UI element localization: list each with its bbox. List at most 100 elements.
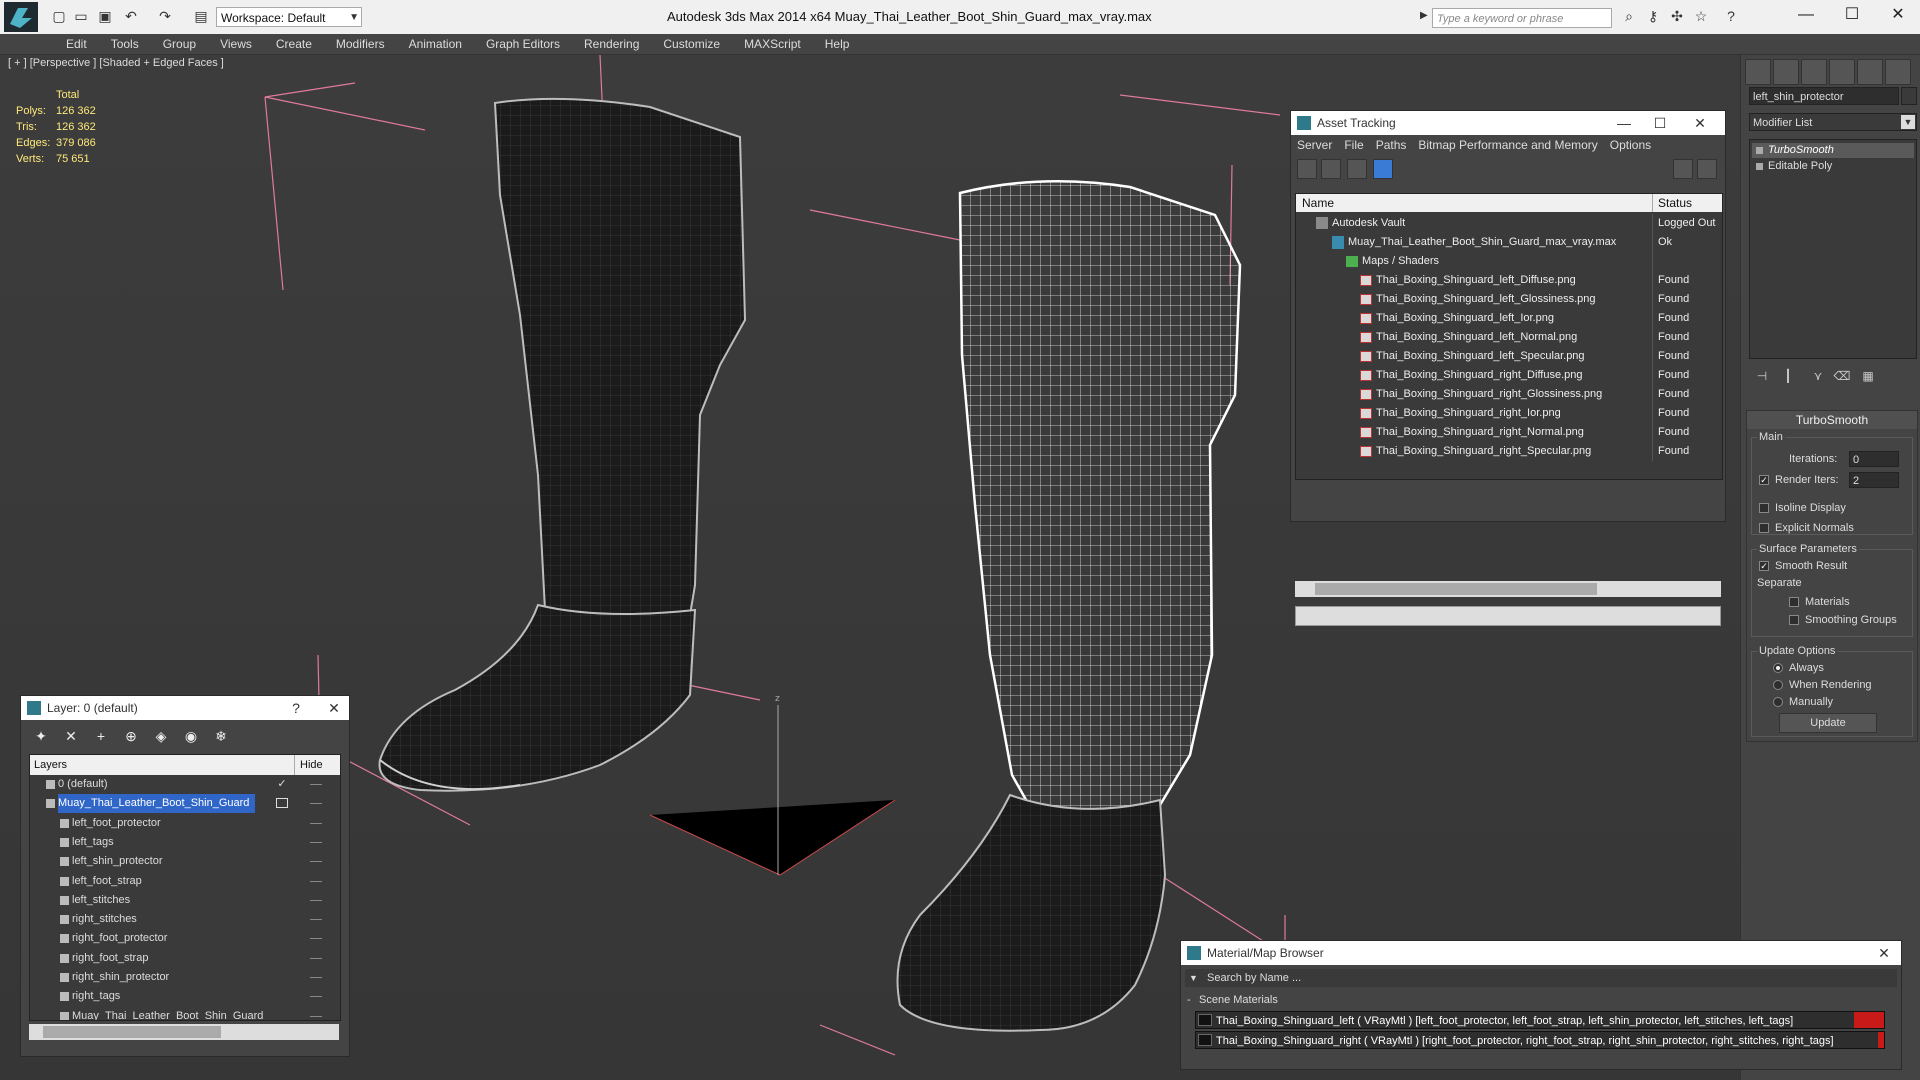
menu-group[interactable]: Group xyxy=(151,34,208,54)
add-to-layer-icon[interactable]: + xyxy=(91,726,111,746)
redo-icon[interactable]: ↷ xyxy=(156,7,174,25)
layer-row[interactable]: right_tags xyxy=(30,987,340,1006)
smooth-result-checkbox[interactable]: ✓ xyxy=(1759,561,1769,571)
layer-close-button[interactable]: ✕ xyxy=(321,696,347,720)
help-icon[interactable]: ? xyxy=(1722,7,1740,25)
layer-hide-toggle[interactable] xyxy=(310,861,322,863)
lightbulb-icon[interactable] xyxy=(1756,147,1763,154)
layer-hide-toggle[interactable] xyxy=(310,880,322,882)
layer-hide-toggle[interactable] xyxy=(310,938,322,940)
viewport-label[interactable]: [ + ] [Perspective ] [Shaded + Edged Fac… xyxy=(8,57,224,69)
asset-tracking-titlebar[interactable]: Asset Tracking — ☐ ✕ xyxy=(1291,111,1725,135)
explicit-normals-checkbox[interactable] xyxy=(1759,523,1769,533)
separate-smoothing-groups-checkbox[interactable] xyxy=(1789,615,1799,625)
asset-maximize-button[interactable]: ☐ xyxy=(1647,111,1673,135)
menu-edit[interactable]: Edit xyxy=(54,34,99,54)
favorites-star-icon[interactable]: ☆ xyxy=(1692,7,1710,25)
column-name[interactable]: Name xyxy=(1302,196,1334,210)
layer-row[interactable]: Muay_Thai_Leather_Boot_Shin_Guard xyxy=(30,794,340,814)
layer-row[interactable]: Muay_Thai_Leather_Boot_Shin_Guard xyxy=(30,1007,340,1020)
configure-sets-icon[interactable]: ▦ xyxy=(1859,367,1877,385)
highlight-layer-icon[interactable]: ◈ xyxy=(151,726,171,746)
stack-item-turbosmooth[interactable]: TurboSmooth xyxy=(1752,143,1914,158)
refresh-icon[interactable] xyxy=(1297,159,1317,179)
update-always-radio[interactable] xyxy=(1773,663,1783,673)
pin-stack-icon[interactable]: ⊣ xyxy=(1753,367,1771,385)
display-tab-icon[interactable] xyxy=(1857,59,1883,85)
layer-row[interactable]: left_foot_strap xyxy=(30,872,340,891)
collapse-minus-icon[interactable]: - xyxy=(1187,991,1191,1009)
rollout-header[interactable]: TurboSmooth xyxy=(1747,411,1917,429)
hierarchy-tab-icon[interactable] xyxy=(1801,59,1827,85)
menu-customize[interactable]: Customize xyxy=(651,34,732,54)
update-button[interactable]: Update xyxy=(1779,713,1877,733)
save-file-icon[interactable]: ▣ xyxy=(96,7,114,25)
scene-materials-group[interactable]: - Scene Materials xyxy=(1185,991,1897,1009)
scrollbar-thumb[interactable] xyxy=(1315,583,1597,595)
expand-plus-icon[interactable] xyxy=(1756,163,1763,170)
asset-menu-server[interactable]: Server xyxy=(1291,135,1338,155)
maximize-window-button[interactable]: ☐ xyxy=(1832,4,1872,26)
asset-settings-icon[interactable] xyxy=(1697,159,1717,179)
menu-maxscript[interactable]: MAXScript xyxy=(732,34,813,54)
object-color-swatch[interactable] xyxy=(1901,87,1917,105)
asset-help-icon[interactable] xyxy=(1673,159,1693,179)
asset-row[interactable]: Muay_Thai_Leather_Boot_Shin_Guard_max_vr… xyxy=(1296,233,1722,252)
app-logo-icon[interactable] xyxy=(4,2,38,32)
menu-views[interactable]: Views xyxy=(208,34,264,54)
layer-row[interactable]: 0 (default) ✓ xyxy=(30,775,340,794)
select-objects-icon[interactable]: ⊕ xyxy=(121,726,141,746)
menu-animation[interactable]: Animation xyxy=(397,34,474,54)
asset-row[interactable]: Thai_Boxing_Shinguard_right_Glossiness.p… xyxy=(1296,385,1722,404)
current-layer-box[interactable] xyxy=(276,798,288,809)
layer-hide-toggle[interactable] xyxy=(310,996,322,998)
asset-close-button[interactable]: ✕ xyxy=(1687,111,1713,135)
layer-row[interactable]: left_stitches xyxy=(30,891,340,910)
layer-row[interactable]: left_foot_protector xyxy=(30,814,340,833)
hide-all-layers-icon[interactable]: ◉ xyxy=(181,726,201,746)
column-layers[interactable]: Layers xyxy=(34,759,67,771)
asset-row[interactable]: Autodesk Vault Logged Out xyxy=(1296,214,1722,233)
table-view-icon[interactable] xyxy=(1373,159,1393,179)
create-tab-icon[interactable] xyxy=(1745,59,1771,85)
connect-icon[interactable]: ✣ xyxy=(1668,7,1686,25)
asset-menu-file[interactable]: File xyxy=(1338,135,1369,155)
asset-path-field[interactable] xyxy=(1295,606,1721,626)
layer-hide-toggle[interactable] xyxy=(310,919,322,921)
key-icon[interactable]: ⚷ xyxy=(1644,7,1662,25)
asset-row[interactable]: Thai_Boxing_Shinguard_right_Normal.png Fo… xyxy=(1296,423,1722,442)
layer-hide-toggle[interactable] xyxy=(310,822,322,824)
menu-rendering[interactable]: Rendering xyxy=(572,34,651,54)
new-layer-icon[interactable]: ✦ xyxy=(31,726,51,746)
asset-row[interactable]: Thai_Boxing_Shinguard_left_Ior.png Found xyxy=(1296,309,1722,328)
stack-item-editable-poly[interactable]: Editable Poly xyxy=(1752,159,1914,174)
layer-row[interactable]: right_foot_strap xyxy=(30,949,340,968)
layer-horizontal-scrollbar[interactable] xyxy=(29,1024,339,1040)
layer-help-button[interactable]: ? xyxy=(283,696,309,720)
material-row-right[interactable]: Thai_Boxing_Shinguard_right ( VRayMtl ) … xyxy=(1195,1031,1885,1049)
layer-hide-toggle[interactable] xyxy=(310,899,322,901)
material-browser-titlebar[interactable]: Material/Map Browser ✕ xyxy=(1181,941,1901,965)
layer-row[interactable]: right_shin_protector xyxy=(30,968,340,987)
layer-row[interactable]: left_shin_protector xyxy=(30,852,340,871)
layer-hide-toggle[interactable] xyxy=(310,841,322,843)
update-manually-radio[interactable] xyxy=(1773,697,1783,707)
material-browser-close-button[interactable]: ✕ xyxy=(1871,941,1897,965)
close-window-button[interactable]: ✕ xyxy=(1878,4,1918,26)
utilities-tab-icon[interactable] xyxy=(1885,59,1911,85)
menu-create[interactable]: Create xyxy=(264,34,324,54)
chevron-down-icon[interactable]: ▼ xyxy=(1189,969,1198,987)
modifier-list-dropdown[interactable]: Modifier List ▼ xyxy=(1749,113,1917,131)
separate-materials-checkbox[interactable] xyxy=(1789,597,1799,607)
asset-minimize-button[interactable]: — xyxy=(1611,111,1637,135)
layer-hide-toggle[interactable] xyxy=(310,784,322,785)
asset-horizontal-scrollbar[interactable] xyxy=(1295,581,1721,597)
motion-tab-icon[interactable] xyxy=(1829,59,1855,85)
material-row-left[interactable]: Thai_Boxing_Shinguard_left ( VRayMtl ) [… xyxy=(1195,1011,1885,1029)
layer-hide-toggle[interactable] xyxy=(310,957,322,959)
asset-menu-options[interactable]: Options xyxy=(1604,135,1657,155)
show-end-result-icon[interactable]: ┃ xyxy=(1779,367,1797,385)
update-when-rendering-radio[interactable] xyxy=(1773,680,1783,690)
current-layer-check-icon[interactable]: ✓ xyxy=(276,775,288,794)
isoline-display-checkbox[interactable] xyxy=(1759,503,1769,513)
